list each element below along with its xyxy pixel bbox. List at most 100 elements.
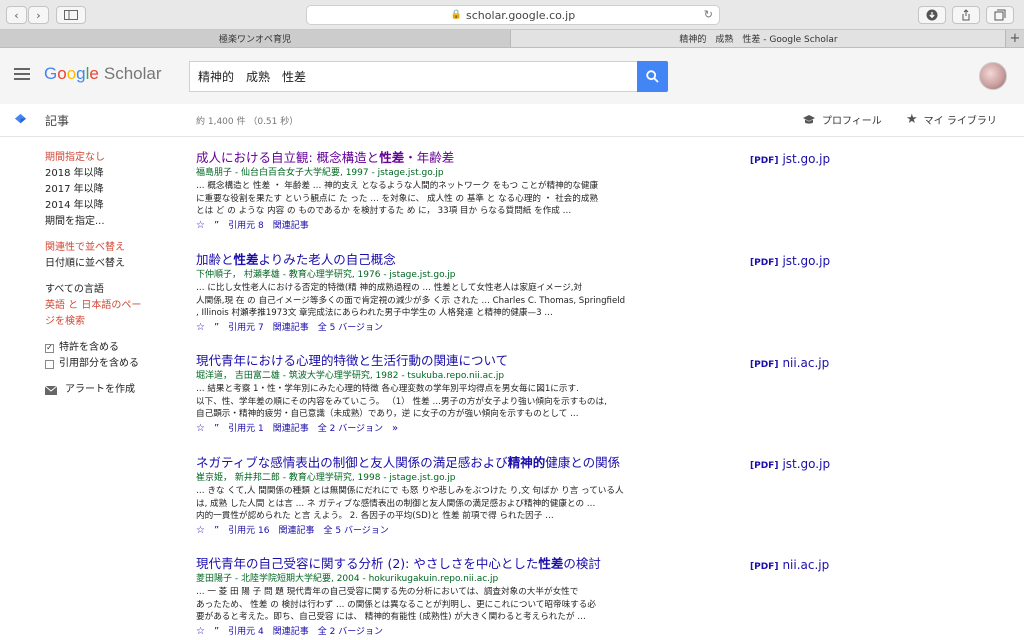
result-title[interactable]: 現代青年における心理的特徴と生活行動の関連について bbox=[196, 353, 736, 369]
result-actions: ☆ ” 引用元 16 関連記事 全 5 バージョン bbox=[196, 524, 736, 538]
versions-link[interactable]: 全 2 バージョン bbox=[318, 422, 383, 436]
sort-by-date[interactable]: 日付順に並べ替え bbox=[45, 256, 165, 272]
save-star-icon[interactable]: ☆ bbox=[196, 524, 205, 538]
result-actions: ☆ ” 引用元 1 関連記事 全 2 バージョン » bbox=[196, 422, 736, 436]
result-meta: 堀洋道， 吉田富二雄 - 筑波大学心理学研究, 1982 - tsukuba.r… bbox=[196, 371, 505, 381]
chevron-right-icon: › bbox=[36, 8, 41, 22]
filter-since-2017[interactable]: 2017 年以降 bbox=[45, 182, 165, 198]
versions-link[interactable]: 全 5 バージョン bbox=[318, 321, 383, 335]
profile-link[interactable]: プロフィール bbox=[802, 112, 882, 127]
result-actions: ☆ ” 引用元 4 関連記事 全 2 バージョン bbox=[196, 625, 736, 639]
lang-en-ja-line1[interactable]: 英語 と 日本語のペー bbox=[45, 298, 165, 314]
pdf-link[interactable]: [PDF] jst.go.jp bbox=[750, 254, 830, 268]
versions-link[interactable]: 全 2 バージョン bbox=[318, 625, 383, 639]
checkbox-empty-icon bbox=[45, 359, 54, 369]
search-input[interactable]: 精神的 成熟 性差 bbox=[189, 61, 638, 92]
cited-by-link[interactable]: 引用元 7 bbox=[228, 321, 264, 335]
browser-toolbar: ‹ › 🔒 scholar.google.co.jp ↻ bbox=[0, 0, 1024, 30]
new-tab-button[interactable]: + bbox=[1005, 30, 1024, 47]
result-title[interactable]: 成人における自立観: 概念構造と性差・年齢差 bbox=[196, 150, 736, 166]
include-citations-checkbox[interactable]: 引用部分を含める bbox=[45, 356, 165, 372]
cited-by-link[interactable]: 引用元 8 bbox=[228, 219, 264, 233]
library-link[interactable]: ★ マイ ライブラリ bbox=[906, 112, 997, 127]
pdf-link[interactable]: [PDF] nii.ac.jp bbox=[750, 356, 829, 370]
include-patents-checkbox[interactable]: ✓ 特許を含める bbox=[45, 340, 165, 356]
graduation-cap-icon bbox=[803, 114, 815, 124]
section-title: 記事 bbox=[45, 114, 70, 128]
result-meta: 下仲順子， 村瀬孝雄 - 教育心理学研究, 1976 - jstage.jst.… bbox=[196, 270, 456, 280]
versions-link[interactable]: 全 5 バージョン bbox=[324, 524, 389, 538]
scholar-header: Google Scholar 精神的 成熟 性差 bbox=[0, 48, 1024, 104]
lang-en-ja-line2[interactable]: ジを検索 bbox=[45, 314, 165, 330]
result-actions: ☆ ” 引用元 7 関連記事 全 5 バージョン bbox=[196, 321, 736, 335]
search-button[interactable] bbox=[637, 61, 668, 92]
sidebar-toggle-button[interactable] bbox=[56, 6, 86, 24]
result-title[interactable]: 加齢と性差よりみた老人の自己概念 bbox=[196, 252, 736, 268]
cite-icon[interactable]: ” bbox=[214, 422, 219, 436]
related-link[interactable]: 関連記事 bbox=[273, 219, 309, 233]
reload-icon[interactable]: ↻ bbox=[704, 8, 713, 21]
sort-by-relevance[interactable]: 関連性で並べ替え bbox=[45, 240, 165, 256]
related-link[interactable]: 関連記事 bbox=[273, 321, 309, 335]
tab-1[interactable]: 極楽ワンオペ育児 bbox=[0, 30, 511, 47]
address-bar[interactable]: 🔒 scholar.google.co.jp ↻ bbox=[306, 5, 720, 25]
tab-2[interactable]: 精神的 成熟 性差 - Google Scholar bbox=[511, 30, 1006, 47]
forward-button[interactable]: › bbox=[28, 6, 49, 24]
back-button[interactable]: ‹ bbox=[6, 6, 27, 24]
include-citations-label: 引用部分を含める bbox=[59, 358, 139, 369]
cite-icon[interactable]: ” bbox=[214, 625, 219, 639]
pdf-link[interactable]: [PDF] jst.go.jp bbox=[750, 152, 830, 166]
menu-icon[interactable] bbox=[14, 68, 30, 83]
save-star-icon[interactable]: ☆ bbox=[196, 625, 205, 639]
envelope-icon bbox=[45, 385, 57, 395]
star-icon: ★ bbox=[906, 112, 918, 127]
cited-by-link[interactable]: 引用元 4 bbox=[228, 625, 264, 639]
profile-label: プロフィール bbox=[822, 116, 882, 127]
save-star-icon[interactable]: ☆ bbox=[196, 422, 205, 436]
related-link[interactable]: 関連記事 bbox=[273, 422, 309, 436]
library-search-icon[interactable]: » bbox=[392, 422, 398, 436]
filter-sidebar: 期間指定なし 2018 年以降 2017 年以降 2014 年以降 期間を指定.… bbox=[45, 150, 165, 398]
related-link[interactable]: 関連記事 bbox=[273, 625, 309, 639]
result-item: ネガティブな感情表出の制御と友人関係の満足感および精神的健康との関係 崔京姫， … bbox=[196, 455, 736, 538]
save-star-icon[interactable]: ☆ bbox=[196, 321, 205, 335]
cited-by-link[interactable]: 引用元 16 bbox=[228, 524, 269, 538]
save-star-icon[interactable]: ☆ bbox=[196, 219, 205, 233]
result-meta: 福島朋子 - 仙台白百合女子大学紀要, 1997 - jstage.jst.go… bbox=[196, 168, 444, 178]
result-title[interactable]: ネガティブな感情表出の制御と友人関係の満足感および精神的健康との関係 bbox=[196, 455, 736, 471]
pdf-link[interactable]: [PDF] nii.ac.jp bbox=[750, 558, 829, 572]
search-icon bbox=[646, 70, 659, 83]
tabs-overview-button[interactable] bbox=[986, 6, 1014, 24]
google-scholar-logo[interactable]: Google Scholar bbox=[44, 64, 162, 84]
logo-scholar-text: Scholar bbox=[103, 64, 162, 83]
downloads-button[interactable] bbox=[918, 6, 946, 24]
lang-any[interactable]: すべての言語 bbox=[45, 282, 165, 298]
scholar-cap-icon bbox=[14, 113, 27, 124]
filter-since-2018[interactable]: 2018 年以降 bbox=[45, 166, 165, 182]
result-snippet: … 結果と考察 1・性・学年別にみた心理的特徴 各心理変数の学年別平均得点を男女… bbox=[196, 384, 607, 419]
result-title[interactable]: 現代青年の自己受容に関する分析 (2): やさしさを中心とした性差の検討 bbox=[196, 556, 736, 572]
create-alert-link[interactable]: アラートを作成 bbox=[45, 382, 165, 398]
filter-since-2014[interactable]: 2014 年以降 bbox=[45, 198, 165, 214]
share-button[interactable] bbox=[952, 6, 980, 24]
chevron-left-icon: ‹ bbox=[14, 8, 19, 22]
filter-any-time[interactable]: 期間指定なし bbox=[45, 150, 165, 166]
result-item: 成人における自立観: 概念構造と性差・年齢差 福島朋子 - 仙台白百合女子大学紀… bbox=[196, 150, 736, 233]
result-snippet: … 一 菱 田 陽 子 問 題 現代青年の自己受容に関する先の分析においては、調… bbox=[196, 587, 596, 622]
cite-icon[interactable]: ” bbox=[214, 524, 219, 538]
cited-by-link[interactable]: 引用元 1 bbox=[228, 422, 264, 436]
pdf-link[interactable]: [PDF] jst.go.jp bbox=[750, 457, 830, 471]
checkbox-checked-icon: ✓ bbox=[45, 343, 54, 353]
result-item: 加齢と性差よりみた老人の自己概念 下仲順子， 村瀬孝雄 - 教育心理学研究, 1… bbox=[196, 252, 736, 335]
result-meta: 崔京姫， 新井邦二郎 - 教育心理学研究, 1998 - jstage.jst.… bbox=[196, 473, 456, 483]
result-snippet: … に比し女性老人における否定的特徴(精 神的成熟過程の … 性差として女性老人… bbox=[196, 283, 626, 318]
library-label: マイ ライブラリ bbox=[923, 116, 997, 127]
cite-icon[interactable]: ” bbox=[214, 321, 219, 335]
cite-icon[interactable]: ” bbox=[214, 219, 219, 233]
filter-custom-range[interactable]: 期間を指定... bbox=[45, 214, 165, 230]
avatar[interactable] bbox=[979, 62, 1007, 90]
results-subheader: 記事 約 1,400 件 （0.51 秒） プロフィール ★ マイ ライブラリ bbox=[0, 104, 1024, 137]
result-actions: ☆ ” 引用元 8 関連記事 bbox=[196, 219, 736, 233]
include-patents-label: 特許を含める bbox=[59, 342, 119, 353]
related-link[interactable]: 関連記事 bbox=[278, 524, 314, 538]
